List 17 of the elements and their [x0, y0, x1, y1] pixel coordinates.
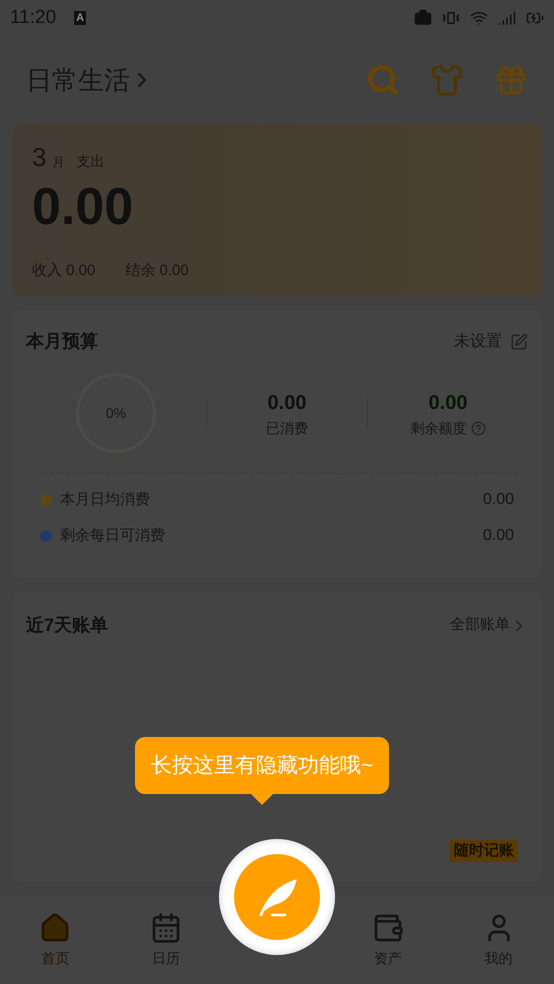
search-icon[interactable]: [366, 63, 400, 97]
quick-record-button[interactable]: 随时记账: [450, 840, 518, 862]
vibrate-icon: [442, 9, 460, 27]
edit-icon: [510, 332, 528, 350]
wallet-icon: [372, 912, 404, 944]
shirt-icon[interactable]: [430, 63, 464, 97]
keyboard-indicator: A: [74, 11, 86, 25]
house-icon: [39, 912, 72, 944]
signal-icon: [498, 9, 516, 27]
hint-tooltip: 长按这里有隐藏功能哦~: [135, 737, 390, 805]
remaining-value: 0.00: [428, 390, 468, 416]
briefcase-icon: [414, 9, 432, 27]
gift-icon[interactable]: [494, 63, 528, 97]
calendar-icon: [150, 912, 182, 944]
wifi-icon: [470, 9, 488, 27]
help-icon: [470, 420, 486, 436]
nav-tab[interactable]: 首页: [0, 912, 111, 968]
